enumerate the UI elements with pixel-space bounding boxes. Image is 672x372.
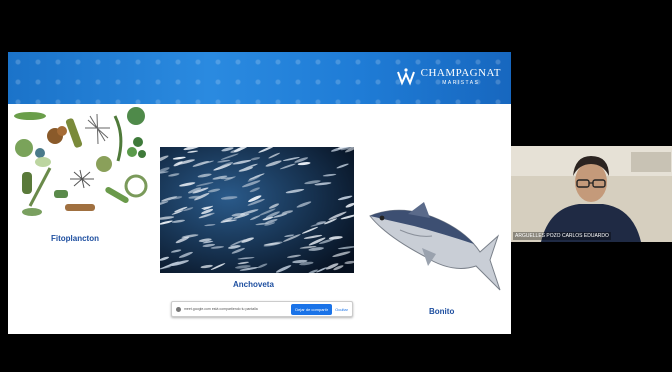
anchovy-school-photo (160, 147, 354, 273)
slide-banner: CHAMPAGNAT MARISTAS (8, 52, 511, 104)
participant-video-feed (511, 146, 672, 242)
bonito-fish-illustration (369, 202, 501, 291)
label-anchovy: Anchoveta (233, 280, 274, 289)
participant-video-tile[interactable]: ARGUELLES POZO CARLOS EDUARDO (511, 146, 672, 242)
share-indicator-icon (176, 306, 181, 312)
hide-button[interactable]: Ocultar (335, 307, 348, 312)
champagnat-logo: CHAMPAGNAT MARISTAS (395, 66, 501, 88)
screen-share-area: CHAMPAGNAT MARISTAS Fitoplancton Anchove… (0, 0, 511, 372)
participant-name: ARGUELLES POZO CARLOS EDUARDO (513, 232, 611, 240)
presentation-slide: CHAMPAGNAT MARISTAS Fitoplancton Anchove… (8, 52, 511, 334)
anchovy-school-image (160, 147, 354, 273)
phytoplankton-illustration (14, 107, 148, 216)
stop-sharing-button[interactable]: Dejar de compartir (291, 303, 333, 315)
label-bonito: Bonito (429, 307, 455, 316)
label-phytoplankton: Fitoplancton (51, 234, 99, 243)
share-notification-text: meet.google.com está compartiendo tu pan… (184, 307, 258, 311)
screen-share-notification: meet.google.com está compartiendo tu pan… (171, 301, 353, 317)
logo-subtitle: MARISTAS (442, 80, 480, 86)
champagnat-emblem-icon (396, 68, 415, 86)
logo-name: CHAMPAGNAT (420, 67, 501, 79)
